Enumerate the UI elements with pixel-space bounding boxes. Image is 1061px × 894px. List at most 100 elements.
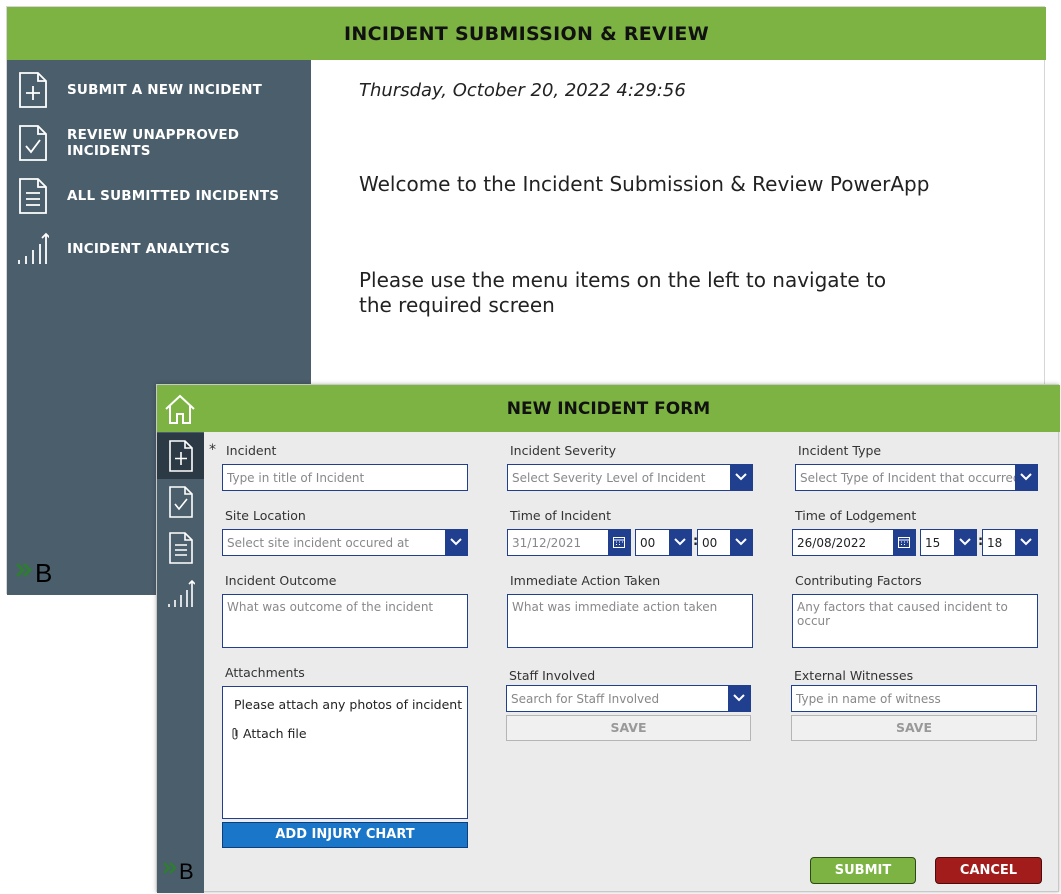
dropdown-toggle[interactable] — [1015, 465, 1037, 490]
incident-hour-value: 00 — [640, 536, 656, 550]
chevron-down-icon — [735, 473, 747, 481]
severity-label: Incident Severity — [510, 443, 616, 458]
new-incident-form-screen: NEW INCIDENT FORM B * Incident Type in t… — [156, 384, 1060, 893]
site-location-dropdown[interactable]: Select site incident occured at — [222, 529, 468, 556]
paperclip-icon — [232, 727, 238, 739]
current-datetime: Thursday, October 20, 2022 4:29:56 — [359, 80, 686, 101]
lodgement-minute-dropdown[interactable]: 18 — [982, 529, 1038, 556]
incident-title-input[interactable]: Type in title of Incident — [222, 464, 468, 491]
lodgement-minute-value: 18 — [987, 536, 1003, 550]
nav-submit-new-incident[interactable]: SUBMIT A NEW INCIDENT — [7, 65, 311, 115]
severity-value: Select Severity Level of Incident — [512, 471, 706, 485]
lodgement-date-picker[interactable]: 26/08/2022 — [792, 529, 916, 556]
logo-letter: B — [35, 558, 52, 586]
type-dropdown[interactable]: Select Type of Incident that occurred — [795, 464, 1038, 491]
attachments-hint: Please attach any photos of incident — [234, 697, 463, 712]
lodgement-hour-value: 15 — [925, 536, 941, 550]
site-location-value: Select site incident occured at — [227, 536, 410, 550]
instructions-text: Please use the menu items on the left to… — [359, 268, 887, 317]
cancel-button[interactable]: CANCEL — [935, 857, 1042, 884]
company-logo-icon: B — [15, 558, 52, 586]
document-lines-icon — [169, 532, 193, 564]
dropdown-toggle[interactable] — [730, 530, 752, 555]
nav-review-unapproved[interactable]: REVIEW UNAPPROVED INCIDENTS — [7, 118, 311, 168]
staff-involved-combobox[interactable]: Search for Staff Involved — [506, 685, 751, 712]
sidebar-item-review[interactable] — [157, 479, 204, 525]
outcome-textarea[interactable]: What was outcome of the incident — [222, 594, 468, 648]
incident-date-value: 31/12/2021 — [512, 536, 582, 550]
document-check-icon — [19, 125, 47, 161]
analytics-icon — [168, 579, 195, 607]
sidebar-item-all-submitted[interactable] — [157, 525, 204, 571]
add-injury-chart-button[interactable]: ADD INJURY CHART — [222, 822, 468, 848]
form-title: NEW INCIDENT FORM — [506, 399, 711, 419]
dropdown-toggle[interactable] — [669, 530, 691, 555]
sidebar-item-analytics[interactable] — [157, 571, 204, 617]
contributing-factors-textarea[interactable]: Any factors that caused incident to occu… — [792, 594, 1038, 648]
sidebar-item-submit[interactable] — [157, 433, 204, 479]
nav-label: ALL SUBMITTED INCIDENTS — [67, 188, 280, 204]
chevron-down-icon — [733, 694, 745, 702]
nav-label: SUBMIT A NEW INCIDENT — [67, 82, 262, 98]
save-staff-button[interactable]: SAVE — [506, 715, 751, 741]
incident-minute-dropdown[interactable]: 00 — [697, 529, 753, 556]
welcome-text: Welcome to the Incident Submission & Rev… — [359, 172, 930, 196]
chevron-down-icon — [1020, 538, 1032, 546]
calendar-icon — [898, 537, 910, 548]
calendar-button[interactable] — [893, 530, 915, 555]
app-title: INCIDENT SUBMISSION & REVIEW — [344, 22, 709, 45]
external-witnesses-label: External Witnesses — [794, 668, 914, 683]
submit-button[interactable]: SUBMIT — [810, 857, 916, 884]
site-location-label: Site Location — [225, 508, 306, 523]
dropdown-toggle[interactable] — [730, 465, 752, 490]
chevron-down-icon — [674, 538, 686, 546]
incident-label: Incident — [226, 443, 277, 458]
type-label: Incident Type — [798, 443, 882, 458]
nav-label: INCIDENT ANALYTICS — [67, 241, 231, 257]
attachments-label: Attachments — [225, 665, 305, 680]
calendar-button[interactable] — [608, 530, 630, 555]
immediate-action-label: Immediate Action Taken — [510, 573, 661, 588]
outcome-label: Incident Outcome — [225, 573, 337, 588]
attach-file-text: Attach file — [243, 726, 307, 741]
staff-involved-value: Search for Staff Involved — [511, 692, 660, 706]
nav-all-submitted[interactable]: ALL SUBMITTED INCIDENTS — [7, 171, 311, 221]
analytics-icon — [18, 232, 49, 264]
chevron-down-icon — [1020, 473, 1032, 481]
chevron-down-icon — [450, 538, 462, 546]
company-logo-icon: B — [163, 859, 194, 882]
severity-dropdown[interactable]: Select Severity Level of Incident — [507, 464, 753, 491]
lodgement-hour-dropdown[interactable]: 15 — [920, 529, 977, 556]
nav-incident-analytics[interactable]: INCIDENT ANALYTICS — [7, 224, 311, 274]
incident-date-picker[interactable]: 31/12/2021 — [507, 529, 631, 556]
staff-involved-label: Staff Involved — [509, 668, 596, 683]
form-header: NEW INCIDENT FORM — [157, 385, 1060, 432]
type-value: Select Type of Incident that occurred — [800, 471, 1021, 485]
incident-minute-value: 00 — [702, 536, 718, 550]
save-witness-button[interactable]: SAVE — [791, 715, 1037, 741]
dropdown-toggle[interactable] — [954, 530, 976, 555]
contributing-factors-label: Contributing Factors — [795, 573, 922, 588]
logo-letter: B — [179, 859, 194, 882]
dropdown-toggle[interactable] — [445, 530, 467, 555]
dropdown-toggle[interactable] — [1015, 530, 1037, 555]
attachments-control[interactable]: Please attach any photos of incident Att… — [222, 686, 468, 819]
lodgement-date-value: 26/08/2022 — [797, 536, 867, 550]
chevron-down-icon — [735, 538, 747, 546]
required-asterisk: * — [209, 442, 216, 458]
nav-label: REVIEW UNAPPROVED INCIDENTS — [67, 127, 240, 159]
document-plus-icon — [169, 440, 193, 472]
dropdown-toggle[interactable] — [728, 686, 750, 711]
app-header: INCIDENT SUBMISSION & REVIEW — [7, 7, 1046, 60]
form-sidebar: B — [157, 432, 204, 893]
witness-name-input[interactable]: Type in name of witness — [791, 685, 1037, 712]
incident-hour-dropdown[interactable]: 00 — [635, 529, 692, 556]
immediate-action-textarea[interactable]: What was immediate action taken — [507, 594, 753, 648]
time-of-lodgement-label: Time of Lodgement — [795, 508, 917, 523]
document-lines-icon — [19, 178, 47, 214]
attach-file-link[interactable]: Attach file — [231, 726, 307, 741]
chevron-down-icon — [959, 538, 971, 546]
calendar-icon — [613, 537, 625, 548]
document-plus-icon — [19, 72, 47, 108]
document-check-icon — [169, 486, 193, 518]
